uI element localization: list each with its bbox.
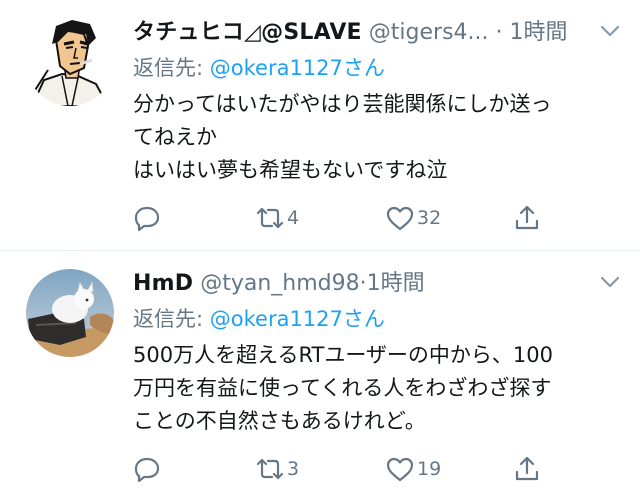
retweet-count: 3 [287,458,300,480]
reply-context: 返信先: @okera1127さん [133,52,385,84]
timestamp[interactable]: 1時間 [367,271,425,296]
reply-button[interactable] [133,200,161,236]
tweet-text-line: はいはい夢も希望もないですね泣 [133,158,448,182]
reply-prefix: 返信先: [133,56,210,80]
user-handle[interactable]: @tigers4... [369,20,489,45]
timestamp[interactable]: 1時間 [510,20,568,45]
reply-button[interactable] [133,451,161,487]
tweet[interactable]: タチュヒコ◿@SLAVE @tigers4... · 1時間 返信先: @oke… [0,0,640,250]
share-icon [513,455,541,483]
tweet-text: 分かってはいたがやはり芸能関係にしか送っ てねえか はいはい夢も希望もないですね… [133,88,618,187]
chevron-down-icon[interactable] [598,22,622,40]
reply-mention-link[interactable]: @okera1127さん [210,56,385,80]
avatar[interactable] [26,18,114,106]
share-icon [513,204,541,232]
tweet-text-line: ことの不自然さもあるけれど。 [133,409,426,433]
tweet-text-line: 500万人を超えるRTユーザーの中から、100 [133,343,554,367]
retweet-count: 4 [287,207,300,229]
tweet-text: 500万人を超えるRTユーザーの中から、100 万円を有益に使ってくれる人をわざ… [133,339,618,438]
retweet-icon [255,204,285,232]
like-count: 32 [417,207,442,229]
like-button[interactable]: 32 [385,200,441,236]
tweet-text-line: 分かってはいたがやはり芸能関係にしか送っ [133,92,552,116]
tweet-header: HmD @tyan_hmd98·1時間 [133,267,593,301]
reply-icon [133,204,161,232]
tweet-header: タチュヒコ◿@SLAVE @tigers4... · 1時間 [133,16,593,50]
reply-mention-link[interactable]: @okera1127さん [210,307,385,331]
tweet-text-line: 万円を有益に使ってくれる人をわざわざ探す [133,376,552,400]
tweet[interactable]: HmD @tyan_hmd98·1時間 返信先: @okera1127さん 50… [0,251,640,499]
share-button[interactable] [513,451,541,487]
heart-icon [385,455,415,483]
reply-icon [133,455,161,483]
separator-dot: · [359,271,367,296]
reply-context: 返信先: @okera1127さん [133,303,385,335]
tweet-actions: 4 32 [133,200,553,236]
heart-icon [385,204,415,232]
tweet-actions: 3 19 [133,451,553,487]
reply-prefix: 返信先: [133,307,210,331]
retweet-button[interactable]: 3 [255,451,299,487]
separator-dot: · [495,20,503,45]
share-button[interactable] [513,200,541,236]
display-name[interactable]: HmD [133,271,193,296]
tweet-text-line: てねえか [133,125,217,149]
retweet-button[interactable]: 4 [255,200,299,236]
user-handle[interactable]: @tyan_hmd98 [200,271,359,296]
like-button[interactable]: 19 [385,451,441,487]
like-count: 19 [417,458,442,480]
chevron-down-icon[interactable] [598,273,622,291]
avatar[interactable] [26,269,114,357]
display-name[interactable]: タチュヒコ◿@SLAVE [133,20,362,45]
retweet-icon [255,455,285,483]
